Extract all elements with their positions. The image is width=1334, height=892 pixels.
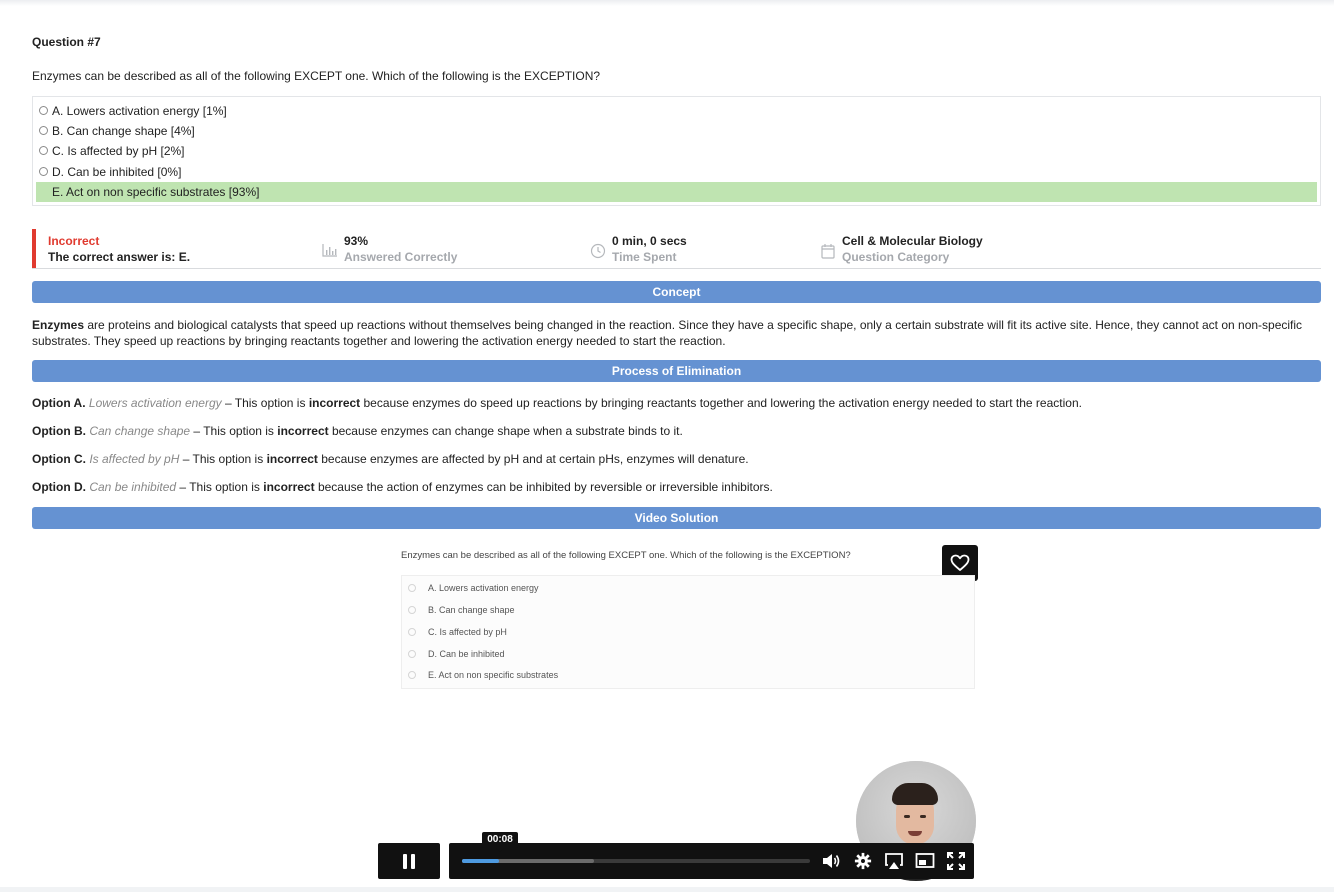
radio-icon	[408, 584, 416, 592]
option-b[interactable]: B. Can change shape [4%]	[36, 121, 1317, 141]
concept-term: Enzymes	[32, 318, 85, 332]
video-option-label: C. Is affected by pH	[428, 627, 507, 637]
airplay-icon[interactable]	[884, 852, 904, 870]
elimination-option-d: Option D. Can be inhibited – This option…	[32, 479, 1321, 495]
option-label: Option D.	[32, 480, 86, 494]
radio-icon[interactable]	[39, 146, 48, 155]
video-option-label: B. Can change shape	[428, 605, 515, 615]
radio-icon	[408, 606, 416, 614]
stat-value-percent: 93%	[344, 234, 369, 248]
clock-icon	[590, 243, 606, 259]
played-bar	[462, 859, 499, 863]
volume-icon[interactable]	[821, 852, 841, 870]
radio-icon	[408, 671, 416, 679]
heart-icon	[950, 554, 970, 571]
stat-label-category: Question Category	[842, 250, 950, 264]
radio-icon	[408, 650, 416, 658]
bar-chart-icon	[322, 244, 337, 257]
pause-icon-bar	[411, 854, 415, 869]
option-name: Can be inhibited	[89, 480, 177, 494]
option-reason: because enzymes are affected by pH and a…	[317, 452, 749, 466]
option-verdict: incorrect	[263, 480, 315, 494]
option-label: B. Can change shape [4%]	[52, 124, 195, 138]
correct-answer-text: The correct answer is: E.	[48, 250, 191, 264]
video-solution-header: Video Solution	[32, 507, 1321, 529]
bottom-border	[0, 887, 1334, 892]
video-option: D. Can be inhibited	[402, 645, 976, 663]
time-tooltip: 00:08	[482, 832, 518, 852]
option-dash: – This option is	[179, 452, 267, 466]
option-reason: because enzymes can change shape when a …	[328, 424, 683, 438]
elimination-option-c: Option C. Is affected by pH – This optio…	[32, 451, 1321, 467]
video-option: C. Is affected by pH	[402, 623, 976, 641]
option-label: E. Act on non specific substrates [93%]	[52, 185, 260, 199]
video-option: A. Lowers activation energy	[402, 579, 976, 597]
option-label: C. Is affected by pH [2%]	[52, 144, 185, 158]
option-reason: because enzymes do speed up reactions by…	[360, 396, 1082, 410]
result-status: Incorrect	[48, 234, 100, 248]
option-c[interactable]: C. Is affected by pH [2%]	[36, 141, 1317, 161]
radio-icon	[408, 628, 416, 636]
elimination-option-b: Option B. Can change shape – This option…	[32, 423, 1321, 439]
option-dash: – This option is	[221, 396, 309, 410]
option-label: A. Lowers activation energy [1%]	[52, 104, 227, 118]
option-dash: – This option is	[190, 424, 278, 438]
picture-in-picture-icon[interactable]	[915, 852, 935, 870]
elimination-header: Process of Elimination	[32, 360, 1321, 382]
option-name: Lowers activation energy	[88, 396, 222, 410]
video-option: B. Can change shape	[402, 601, 976, 619]
question-text: Enzymes can be described as all of the f…	[32, 69, 601, 83]
answer-options: A. Lowers activation energy [1%] B. Can …	[32, 96, 1321, 206]
option-verdict: incorrect	[266, 452, 318, 466]
settings-gear-icon[interactable]	[853, 852, 873, 870]
fullscreen-icon[interactable]	[946, 852, 966, 870]
option-label: Option B.	[32, 424, 86, 438]
radio-icon[interactable]	[39, 167, 48, 176]
option-a[interactable]: A. Lowers activation energy [1%]	[36, 101, 1317, 121]
video-option-label: E. Act on non specific substrates	[428, 670, 559, 680]
option-label: D. Can be inhibited [0%]	[52, 165, 182, 179]
concept-text: are proteins and biological catalysts th…	[32, 318, 1303, 348]
option-reason: because the action of enzymes can be inh…	[314, 480, 773, 494]
option-name: Is affected by pH	[89, 452, 180, 466]
stat-label-answered: Answered Correctly	[344, 250, 458, 264]
option-d[interactable]: D. Can be inhibited [0%]	[36, 162, 1317, 182]
calendar-icon	[821, 244, 835, 259]
option-e-correct[interactable]: E. Act on non specific substrates [93%]	[36, 182, 1317, 202]
option-verdict: incorrect	[308, 396, 361, 410]
pause-icon	[403, 854, 407, 869]
video-option-label: D. Can be inhibited	[428, 649, 505, 659]
radio-icon[interactable]	[39, 106, 48, 115]
video-options-box: A. Lowers activation energy B. Can chang…	[401, 575, 975, 689]
video-question-text: Enzymes can be described as all of the f…	[401, 550, 851, 561]
stat-value-category: Cell & Molecular Biology	[842, 234, 983, 248]
question-title: Question #7	[32, 35, 101, 49]
video-control-bar	[449, 843, 974, 879]
progress-track[interactable]	[462, 859, 810, 863]
option-label: Option A.	[32, 396, 86, 410]
concept-header: Concept	[32, 281, 1321, 303]
video-player[interactable]: Enzymes can be described as all of the f…	[368, 538, 983, 882]
option-dash: – This option is	[176, 480, 264, 494]
video-option-label: A. Lowers activation energy	[428, 583, 539, 593]
result-summary: Incorrect The correct answer is: E. 93% …	[32, 229, 1321, 269]
stat-label-time: Time Spent	[612, 250, 677, 264]
option-label: Option C.	[32, 452, 86, 466]
radio-icon[interactable]	[39, 126, 48, 135]
pause-button[interactable]	[378, 843, 440, 879]
option-name: Can change shape	[89, 424, 191, 438]
elimination-option-a: Option A. Lowers activation energy – Thi…	[32, 395, 1321, 411]
stat-value-time: 0 min, 0 secs	[612, 234, 687, 248]
option-verdict: incorrect	[277, 424, 329, 438]
incorrect-indicator-bar	[32, 229, 36, 268]
video-option: E. Act on non specific substrates	[402, 666, 976, 684]
top-shadow	[0, 0, 1334, 6]
concept-paragraph: Enzymes are proteins and biological cata…	[32, 317, 1321, 349]
